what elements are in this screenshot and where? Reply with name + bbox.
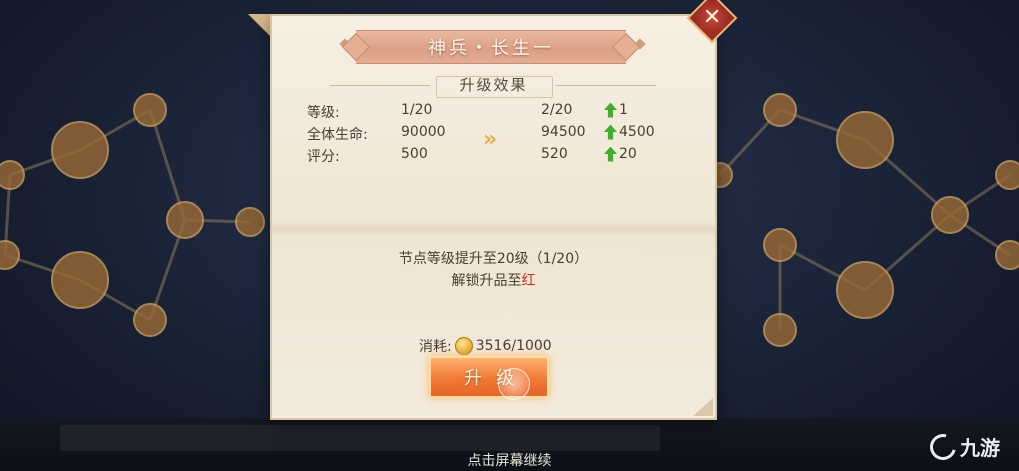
bottom-strip: [60, 425, 660, 451]
watermark-logo-icon: [925, 428, 961, 465]
close-icon: ✕: [702, 5, 722, 31]
stat-old-score: 500: [401, 146, 428, 162]
up-arrow-icon: [604, 146, 617, 162]
stat-old-level: 1/20: [401, 102, 433, 118]
stat-increase-value: 20: [619, 146, 637, 162]
double-chevron-right-icon: »: [483, 127, 498, 152]
watermark: 九游: [925, 428, 1000, 465]
stat-increase-value: 1: [619, 102, 628, 118]
cost-label: 消耗:: [419, 339, 452, 355]
stat-label-level: 等级:: [307, 105, 340, 121]
stat-new-hp: 94500: [541, 124, 586, 140]
node-level-description: 节点等级提升至20级（1/20）: [398, 251, 589, 267]
stat-new-score: 520: [541, 146, 568, 162]
touch-indicator: [498, 368, 530, 400]
stat-increase-score: 20: [604, 146, 637, 162]
watermark-text: 九游: [960, 436, 1000, 460]
coin-icon: [454, 337, 473, 355]
stat-label-score: 评分:: [307, 149, 340, 165]
stat-old-hp: 90000: [401, 124, 446, 140]
unlock-description: 解锁升品至红: [272, 270, 715, 290]
up-arrow-icon: [604, 124, 617, 140]
unlock-text: 解锁升品至: [451, 273, 522, 289]
section-title: 升级效果: [459, 76, 528, 94]
stat-increase-value: 4500: [619, 124, 655, 140]
title-banner: 神兵・长生一: [356, 30, 626, 64]
stat-label-hp: 全体生命:: [307, 127, 368, 143]
cost-value: 3516/1000: [475, 338, 552, 354]
dialog-title: 神兵・长生一: [428, 38, 554, 59]
upgrade-button[interactable]: 升级: [429, 356, 549, 398]
stat-new-level: 2/20: [541, 102, 573, 118]
tap-to-continue-text[interactable]: 点击屏幕继续: [0, 450, 1019, 470]
stat-increase-hp: 4500: [604, 124, 655, 140]
up-arrow-icon: [604, 102, 617, 118]
unlock-quality-red: 红: [521, 273, 536, 289]
stat-increase-level: 1: [604, 102, 628, 118]
content-divider: [272, 222, 715, 236]
cost-row: 消耗: 3516/1000: [419, 336, 552, 356]
